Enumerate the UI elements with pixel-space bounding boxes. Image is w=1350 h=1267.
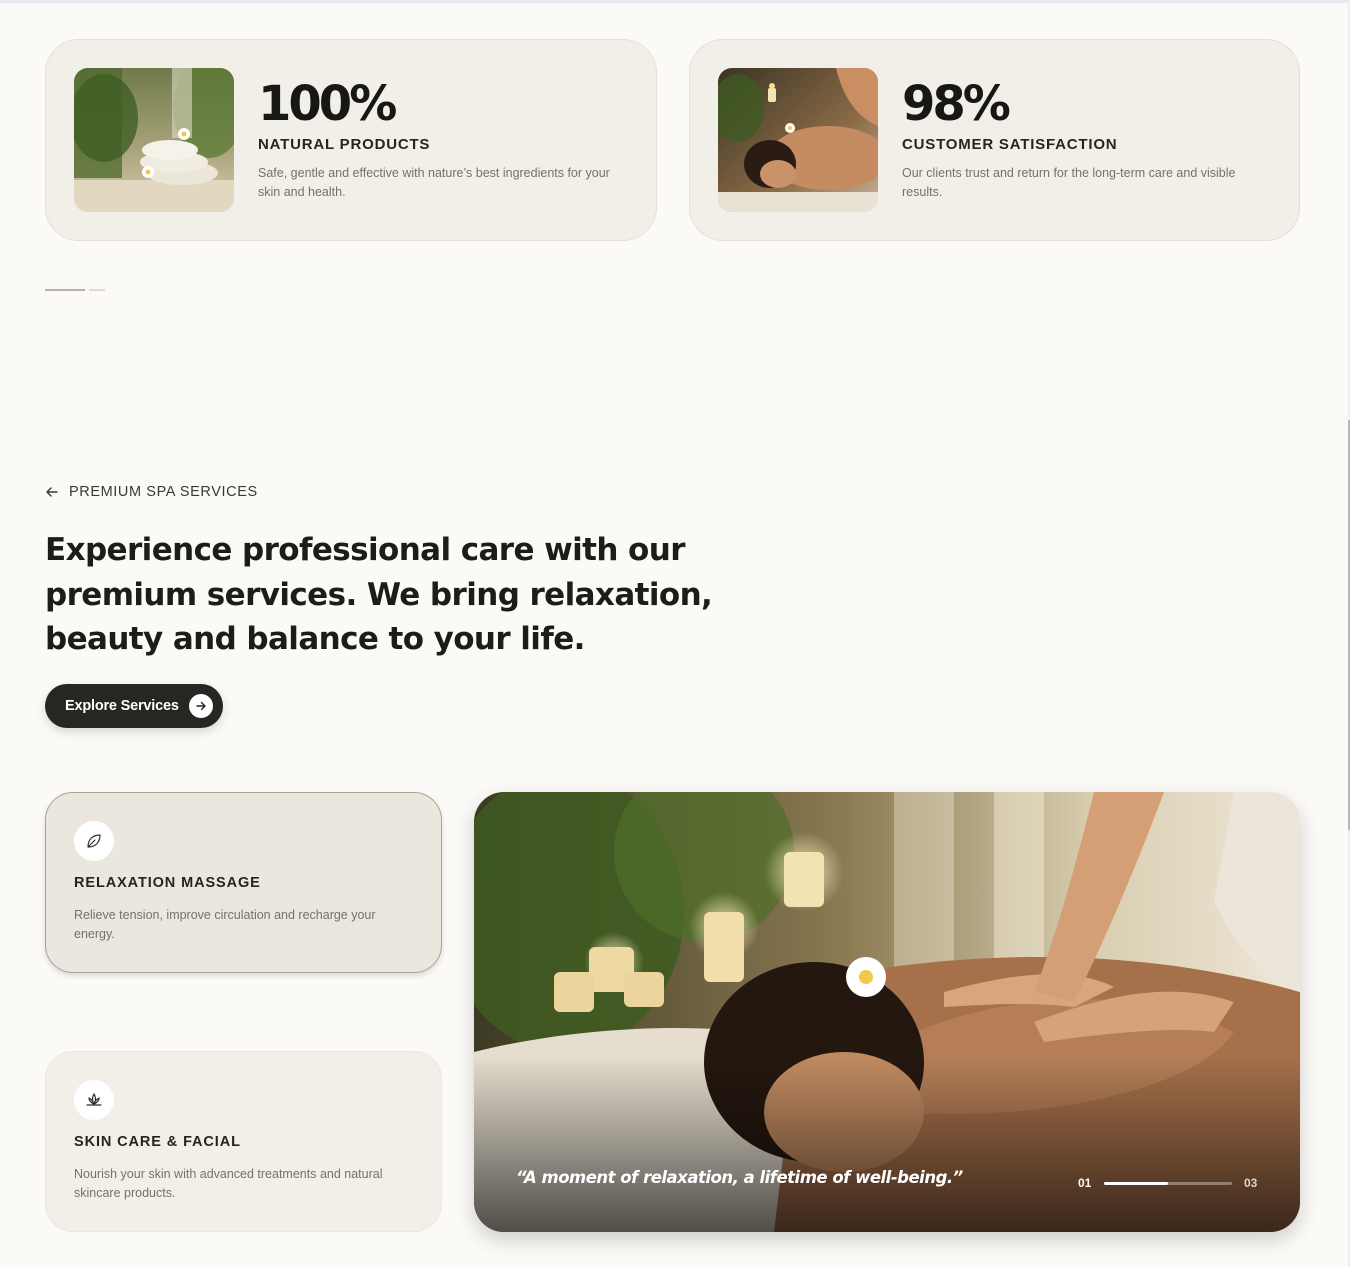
leaf-icon xyxy=(74,821,114,861)
explore-services-button[interactable]: Explore Services xyxy=(45,684,223,728)
hero-quote: “A moment of relaxation, a lifetime of w… xyxy=(516,1168,963,1187)
arrow-right-circle-icon xyxy=(189,694,213,718)
section-headline: Experience professional care with our pr… xyxy=(45,532,713,657)
slide-progress-bar xyxy=(1104,1182,1232,1185)
service-title: RELAXATION MASSAGE xyxy=(74,875,261,891)
carousel-dot[interactable] xyxy=(89,289,105,291)
stat-description: Safe, gentle and effective with nature’s… xyxy=(258,166,610,199)
service-description: Nourish your skin with advanced treatmen… xyxy=(74,1167,383,1200)
towels-and-flowers-photo xyxy=(74,68,234,212)
service-card-relaxation-massage[interactable]: RELAXATION MASSAGE Relieve tension, impr… xyxy=(45,792,442,973)
arrow-left-icon xyxy=(45,485,59,499)
stat-value: 100% xyxy=(258,76,397,132)
stat-value: 98% xyxy=(902,76,1011,132)
slide-progress-fill xyxy=(1104,1182,1168,1185)
lotus-icon xyxy=(74,1080,114,1120)
stat-label: CUSTOMER SATISFACTION xyxy=(902,136,1118,153)
hero-slider[interactable]: “A moment of relaxation, a lifetime of w… xyxy=(474,792,1300,1232)
stat-label: NATURAL PRODUCTS xyxy=(258,136,431,153)
massage-client-photo xyxy=(718,68,878,212)
section-eyebrow-label: PREMIUM SPA SERVICES xyxy=(69,484,258,500)
stat-card-natural-products: 100% NATURAL PRODUCTS Safe, gentle and e… xyxy=(45,39,657,241)
service-card-skin-care-facial[interactable]: SKIN CARE & FACIAL Nourish your skin wit… xyxy=(45,1051,442,1232)
section-eyebrow: PREMIUM SPA SERVICES xyxy=(45,484,258,500)
stat-card-customer-satisfaction: 98% CUSTOMER SATISFACTION Our clients tr… xyxy=(689,39,1300,241)
carousel-dot-active[interactable] xyxy=(45,289,85,291)
massage-hero-photo xyxy=(474,792,1300,1232)
stat-description: Our clients trust and return for the lon… xyxy=(902,166,1236,199)
top-divider xyxy=(0,0,1350,3)
service-description: Relieve tension, improve circulation and… xyxy=(74,908,376,941)
service-title: SKIN CARE & FACIAL xyxy=(74,1134,241,1150)
explore-services-label: Explore Services xyxy=(65,698,179,714)
slide-total-number: 03 xyxy=(1244,1176,1258,1190)
slide-current-number: 01 xyxy=(1078,1176,1092,1190)
